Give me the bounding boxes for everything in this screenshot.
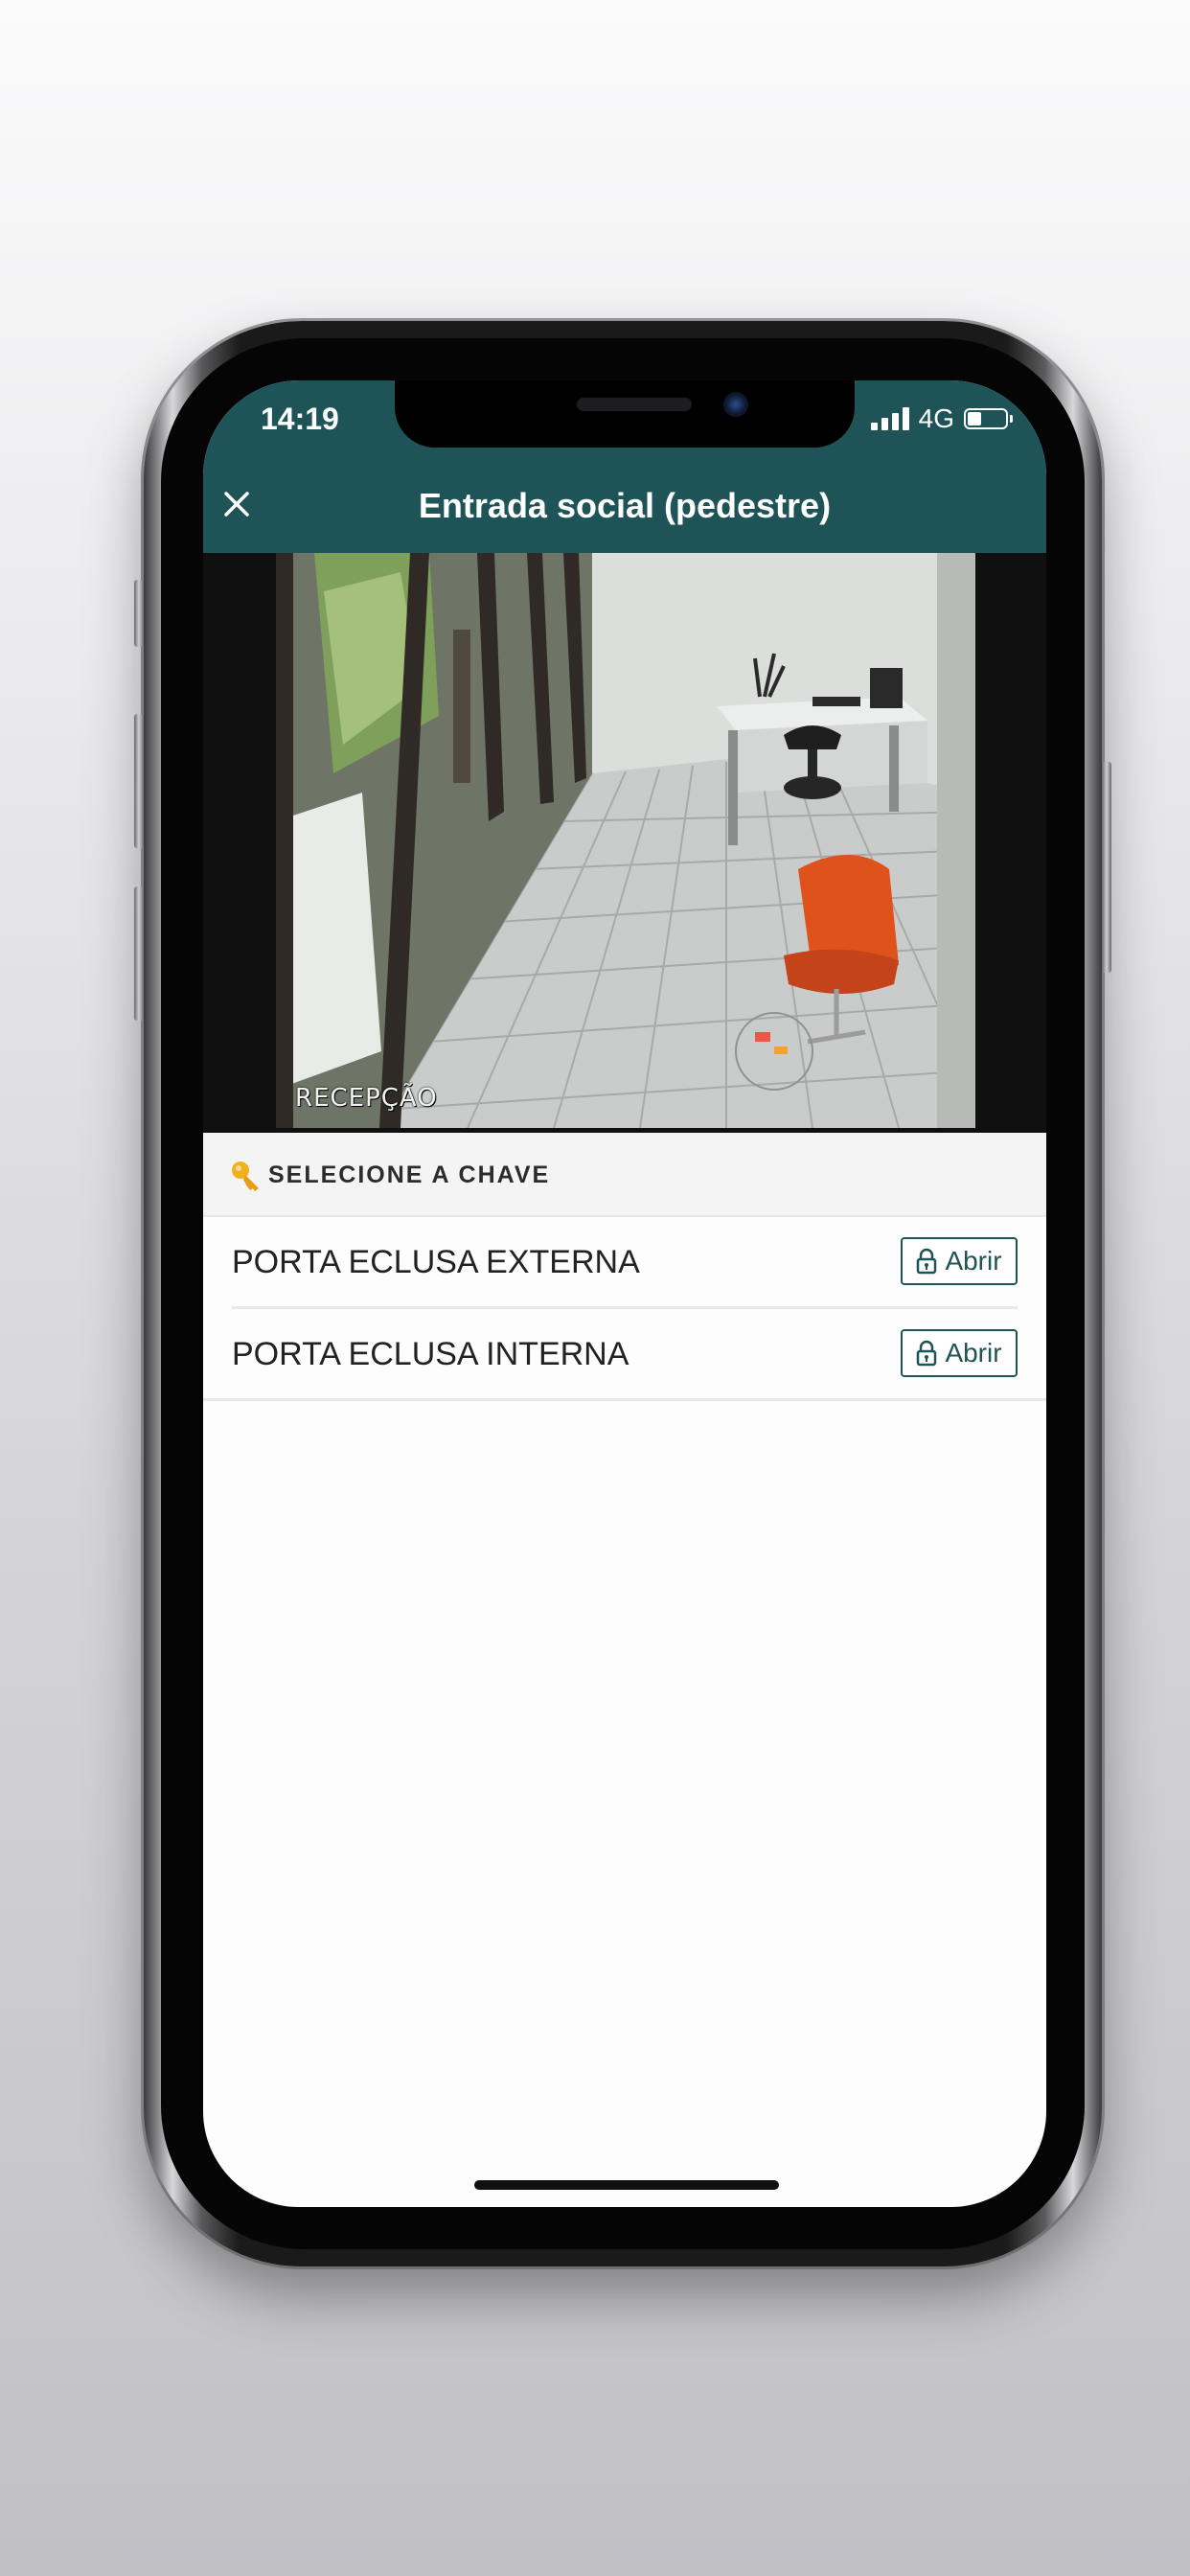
- lock-icon: [917, 1248, 937, 1275]
- notch: [395, 380, 855, 448]
- status-time: 14:19: [261, 402, 339, 436]
- power-button: [1102, 762, 1111, 973]
- network-type: 4G: [918, 403, 954, 433]
- camera-image: RECEPÇÃO: [276, 553, 975, 1128]
- camera-caption: RECEPÇÃO: [295, 1084, 438, 1113]
- list-item: PORTA ECLUSA EXTERNA Abrir: [203, 1217, 1046, 1309]
- open-button-label: Abrir: [945, 1338, 1002, 1368]
- open-button[interactable]: Abrir: [901, 1329, 1018, 1377]
- status-indicators: 4G: [870, 403, 1013, 434]
- lock-name: PORTA ECLUSA EXTERNA: [232, 1244, 640, 1280]
- key-section-label: SELECIONE A CHAVE: [268, 1162, 551, 1188]
- mute-switch: [134, 580, 144, 647]
- volume-down-button: [134, 886, 144, 1021]
- earpiece-speaker: [577, 398, 692, 411]
- lock-icon: [917, 1340, 937, 1367]
- volume-up-button: [134, 714, 144, 848]
- front-camera: [723, 392, 748, 417]
- signal-icon: [870, 407, 909, 430]
- lock-name: PORTA ECLUSA INTERNA: [232, 1336, 629, 1372]
- key-icon: [232, 1162, 259, 1191]
- key-section-header: SELECIONE A CHAVE: [203, 1133, 1046, 1217]
- reception-scene: [276, 553, 975, 1128]
- open-button[interactable]: Abrir: [901, 1237, 1018, 1285]
- camera-feed: RECEPÇÃO: [203, 553, 1046, 1133]
- app-screen: 14:19 4G Entrada social (pedestre) RECEP…: [203, 380, 1046, 2207]
- phone-frame: 14:19 4G Entrada social (pedestre) RECEP…: [134, 321, 1111, 2266]
- open-button-label: Abrir: [945, 1246, 1002, 1276]
- divider: [203, 1398, 1046, 1401]
- list-item: PORTA ECLUSA INTERNA Abrir: [203, 1309, 1046, 1401]
- page-title: Entrada social (pedestre): [418, 486, 832, 525]
- battery-icon: [964, 408, 1013, 429]
- home-indicator[interactable]: [474, 2180, 779, 2190]
